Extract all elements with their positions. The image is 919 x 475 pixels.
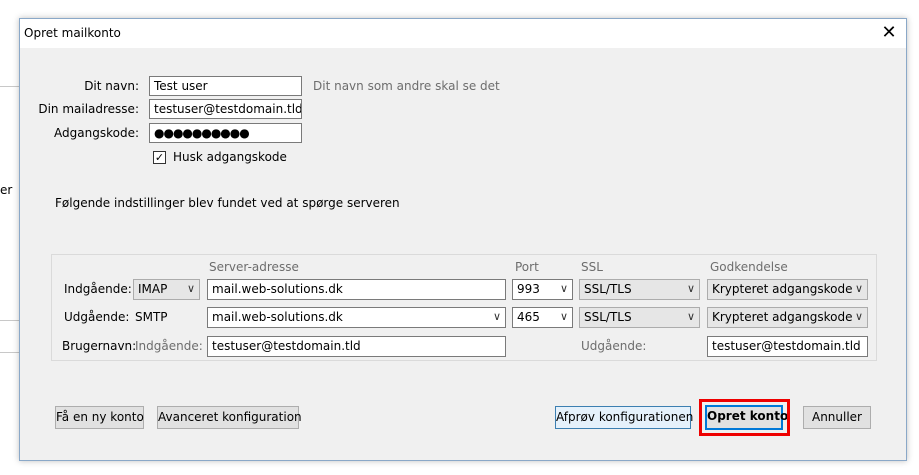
outgoing-protocol: SMTP: [135, 310, 168, 324]
incoming-protocol-select[interactable]: IMAP ∨: [133, 279, 200, 300]
dialog-titlebar: Opret mailkonto ✕: [20, 19, 906, 48]
email-label: Din mailadresse:: [38, 102, 139, 116]
incoming-auth-select[interactable]: Krypteret adgangskode ∨: [707, 279, 868, 300]
chevron-down-icon: ∨: [686, 282, 695, 295]
test-config-button[interactable]: Afprøv konfigurationen: [555, 406, 693, 429]
advanced-config-button[interactable]: Avanceret konfiguration: [157, 406, 302, 429]
email-input[interactable]: testuser@testdomain.tld: [149, 99, 302, 119]
name-hint: Dit navn som andre skal se det: [313, 79, 500, 93]
username-outgoing-input[interactable]: testuser@testdomain.tld: [707, 336, 868, 357]
incoming-auth-value: Krypteret adgangskode: [712, 282, 853, 296]
close-icon[interactable]: ✕: [872, 19, 906, 48]
outgoing-port-value: 465: [517, 310, 540, 324]
username-outgoing-label: Udgående:: [581, 339, 647, 353]
chevron-down-icon: ∨: [559, 310, 568, 323]
outgoing-server-value: mail.web-solutions.dk: [212, 310, 343, 324]
incoming-port-value: 993: [517, 282, 540, 296]
new-account-button[interactable]: Få en ny konto: [55, 406, 144, 429]
dialog-title: Opret mailkonto: [24, 26, 121, 40]
incoming-server-input[interactable]: mail.web-solutions.dk: [207, 279, 506, 300]
incoming-label: Indgående:: [64, 282, 132, 296]
incoming-ssl-value: SSL/TLS: [584, 282, 632, 296]
column-header-ssl: SSL: [581, 260, 603, 274]
incoming-protocol-value: IMAP: [138, 282, 168, 296]
chevron-down-icon: ∨: [186, 282, 195, 295]
incoming-ssl-select[interactable]: SSL/TLS ∨: [579, 279, 700, 300]
outgoing-ssl-select[interactable]: SSL/TLS ∨: [579, 307, 700, 328]
remember-password-checkbox[interactable]: ✓: [153, 151, 166, 164]
create-account-button[interactable]: Opret konto: [705, 405, 788, 430]
chevron-down-icon: ∨: [854, 282, 863, 295]
outgoing-ssl-value: SSL/TLS: [584, 310, 632, 324]
name-label: Dit navn:: [84, 79, 139, 93]
found-settings-message: Følgende indstillinger blev fundet ved a…: [55, 196, 400, 210]
background-divider: [0, 320, 20, 321]
username-incoming-label: Indgående:: [135, 339, 203, 353]
outgoing-server-select[interactable]: mail.web-solutions.dk ∨: [207, 307, 506, 328]
outgoing-label: Udgående:: [64, 310, 130, 324]
name-input[interactable]: Test user: [149, 76, 302, 96]
column-header-auth: Godkendelse: [710, 260, 788, 274]
background-partial-text: er: [0, 183, 13, 197]
chevron-down-icon: ∨: [686, 310, 695, 323]
account-setup-dialog: Opret mailkonto ✕ Dit navn: Test user Di…: [19, 18, 907, 461]
username-incoming-input[interactable]: testuser@testdomain.tld: [207, 336, 506, 357]
background-divider: [0, 352, 20, 353]
password-label: Adgangskode:: [54, 126, 139, 140]
password-input[interactable]: ●●●●●●●●●●: [149, 123, 302, 143]
cancel-button[interactable]: Annuller: [803, 406, 871, 429]
remember-password-label[interactable]: Husk adgangskode: [173, 150, 287, 164]
server-settings-panel: Server-adresse Port SSL Godkendelse Indg…: [51, 254, 877, 361]
chevron-down-icon: ∨: [559, 282, 568, 295]
chevron-down-icon: ∨: [492, 310, 501, 323]
column-header-server: Server-adresse: [209, 260, 299, 274]
background-divider: [0, 86, 20, 87]
outgoing-auth-select[interactable]: Krypteret adgangskode ∨: [707, 307, 868, 328]
outgoing-auth-value: Krypteret adgangskode: [712, 310, 853, 324]
column-header-port: Port: [515, 260, 539, 274]
username-label: Brugernavn:: [62, 339, 137, 353]
chevron-down-icon: ∨: [854, 310, 863, 323]
outgoing-port-select[interactable]: 465 ∨: [512, 307, 573, 328]
incoming-port-select[interactable]: 993 ∨: [512, 279, 573, 300]
